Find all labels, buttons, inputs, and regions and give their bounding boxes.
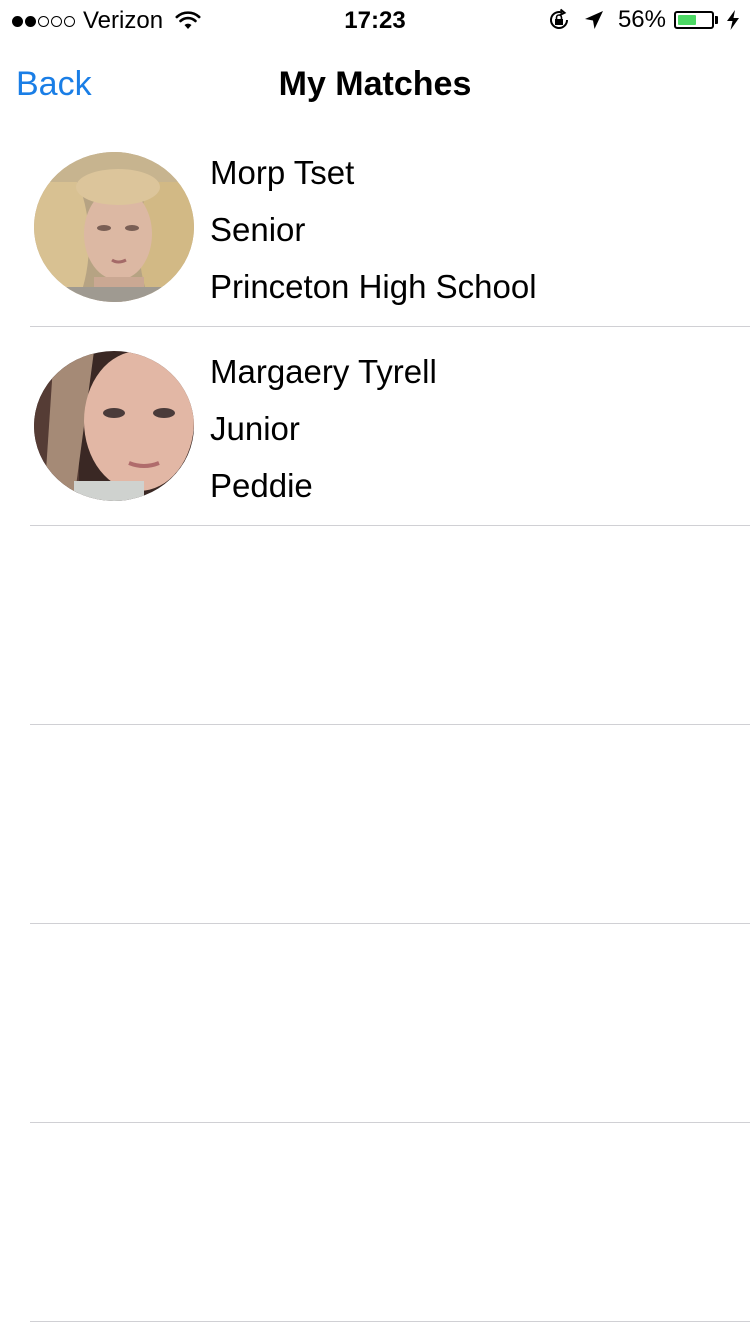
navigation-bar: Back My Matches: [0, 40, 750, 128]
empty-table-row: [30, 924, 750, 1123]
charging-bolt-icon: [727, 10, 739, 30]
avatar: [34, 351, 194, 501]
table-row[interactable]: Morp Tset Senior Princeton High School: [30, 128, 750, 327]
avatar: [34, 152, 194, 302]
match-grade: Junior: [210, 410, 300, 447]
status-right: 56%: [546, 7, 740, 33]
empty-table-row: [30, 1123, 750, 1322]
page-title: My Matches: [278, 65, 472, 103]
empty-table-row: [30, 725, 750, 924]
match-name: Margaery Tyrell: [210, 353, 437, 390]
match-school: Princeton High School: [210, 268, 537, 305]
matches-table[interactable]: Morp Tset Senior Princeton High School M…: [0, 128, 750, 1322]
battery-percent: 56%: [617, 6, 666, 33]
match-school: Peddie: [210, 467, 313, 504]
match-info: Margaery Tyrell Junior Peddie: [210, 343, 437, 514]
match-info: Morp Tset Senior Princeton High School: [210, 144, 537, 315]
empty-table-row: [30, 526, 750, 725]
table-row[interactable]: Margaery Tyrell Junior Peddie: [30, 327, 750, 526]
battery-level-fill: [678, 15, 696, 25]
match-grade: Senior: [210, 211, 306, 248]
battery-cap: [715, 16, 718, 24]
battery-icon: [674, 11, 714, 29]
screen: Verizon 17:23 56% Back My Matches Morp T…: [0, 0, 750, 1334]
avatar-photo: [34, 351, 194, 501]
status-bar: Verizon 17:23 56%: [0, 0, 750, 40]
match-name: Morp Tset: [210, 154, 355, 191]
location-arrow-icon: [584, 11, 603, 29]
avatar-photo: [34, 152, 194, 302]
rotation-lock-icon: [549, 8, 568, 29]
